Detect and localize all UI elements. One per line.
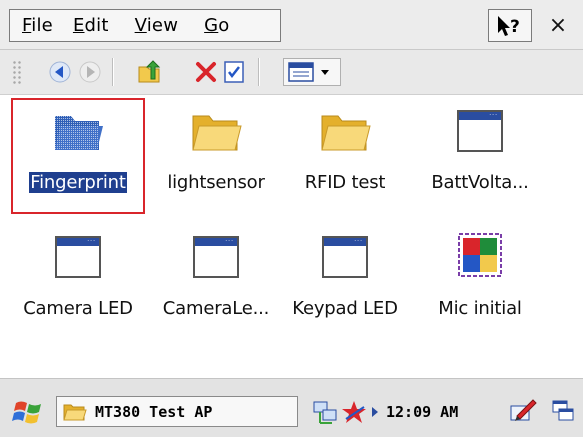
toolbar-grip[interactable]: [12, 60, 22, 84]
app-window-icon: ···: [453, 106, 507, 156]
up-folder-button[interactable]: [136, 58, 164, 86]
back-button[interactable]: [46, 58, 74, 86]
item-label: Camera LED: [23, 298, 133, 319]
list-item-battvolta[interactable]: ··· BattVolta...: [413, 98, 547, 206]
menu-view[interactable]: View: [135, 15, 179, 36]
task-button-mt380[interactable]: MT380 Test AP: [56, 396, 298, 427]
menu-edit[interactable]: Edit: [73, 15, 109, 36]
view-menu-icon: [288, 62, 329, 82]
windows-stack-icon: [552, 400, 574, 421]
input-panel-button[interactable]: [508, 396, 538, 426]
menu-bar: File Edit View Go ? ×: [0, 0, 583, 50]
item-label: Keypad LED: [292, 298, 398, 319]
list-item-rfid-test[interactable]: RFID test: [278, 98, 412, 206]
item-label: Fingerprint: [29, 172, 127, 193]
help-glyph: ?: [510, 17, 520, 37]
help-pointer-icon: ?: [498, 15, 520, 37]
folder-icon: [55, 116, 103, 150]
item-label: BattVolta...: [431, 172, 529, 193]
taskbar: MT380 Test AP 12:09 AM: [0, 378, 583, 437]
folder-icon: [321, 115, 371, 151]
toolbar-separator: [258, 58, 260, 86]
list-item-camerale[interactable]: ··· CameraLe...: [149, 224, 283, 332]
folder-icon: [192, 115, 242, 151]
tray-expand-icon[interactable]: [370, 404, 380, 420]
menu-group: File Edit View Go: [9, 9, 281, 42]
menu-file[interactable]: File: [22, 15, 53, 36]
toolbar: [0, 50, 583, 95]
task-label: MT380 Test AP: [95, 402, 213, 421]
list-item-fingerprint[interactable]: Fingerprint: [11, 98, 145, 206]
item-label: Mic initial: [438, 298, 522, 319]
delete-button[interactable]: [192, 58, 220, 86]
system-tray: 12:09 AM: [312, 398, 458, 426]
input-pen-icon: [510, 399, 537, 421]
item-label: lightsensor: [167, 172, 265, 193]
desktop-button[interactable]: [548, 396, 578, 426]
list-item-camera-led[interactable]: ··· Camera LED: [11, 224, 145, 332]
list-item-keypad-led[interactable]: ··· Keypad LED: [278, 224, 412, 332]
toolbar-separator: [112, 58, 114, 86]
mwce-icon: [458, 233, 502, 277]
menu-go[interactable]: Go: [204, 15, 229, 36]
app-window-icon: ···: [318, 232, 372, 282]
network-icon[interactable]: [312, 399, 340, 425]
list-item-lightsensor[interactable]: lightsensor: [149, 98, 283, 206]
back-icon: [49, 61, 71, 83]
start-button[interactable]: [12, 397, 46, 427]
forward-icon: [79, 61, 101, 83]
close-icon: ×: [548, 13, 568, 38]
item-label: RFID test: [304, 172, 386, 193]
folder-icon: [63, 404, 87, 420]
view-menu-button[interactable]: [283, 58, 341, 86]
clock[interactable]: 12:09 AM: [386, 403, 458, 421]
close-button[interactable]: ×: [540, 9, 576, 42]
item-label: CameraLe...: [162, 298, 270, 319]
app-window-icon: ···: [51, 232, 105, 282]
delete-icon: [196, 62, 216, 82]
bluetooth-star-icon[interactable]: [342, 399, 370, 425]
properties-icon: [224, 61, 244, 83]
windows-flag-icon: [12, 401, 41, 424]
list-item-mic-initial[interactable]: Mic initial: [413, 224, 547, 332]
up-folder-icon: [138, 60, 161, 83]
file-list: Fingerprint lightsensor RFID test ··· Ba…: [0, 96, 583, 378]
forward-button[interactable]: [76, 58, 104, 86]
properties-button[interactable]: [220, 58, 248, 86]
help-button[interactable]: ?: [488, 9, 532, 42]
app-window-icon: ···: [189, 232, 243, 282]
